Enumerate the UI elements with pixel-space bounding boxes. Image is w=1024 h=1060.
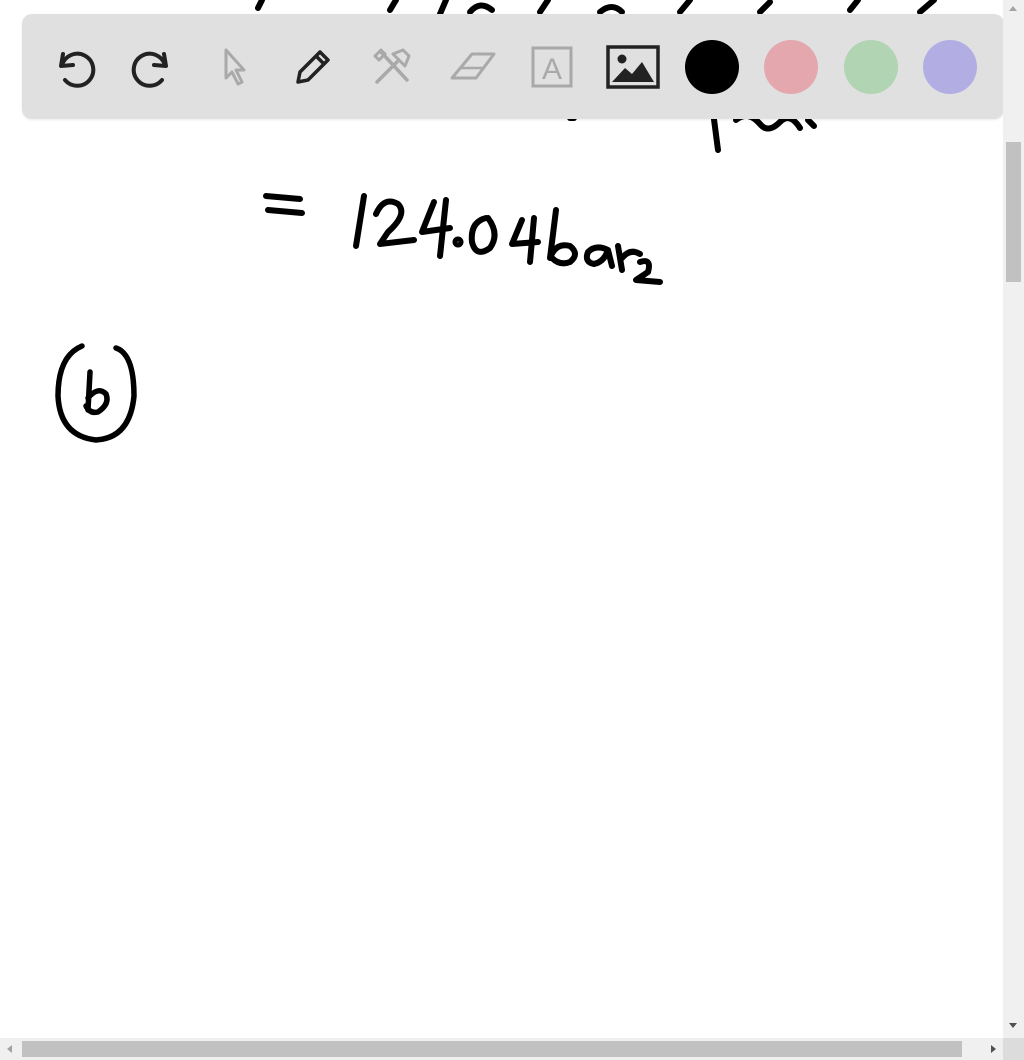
horizontal-scrollbar[interactable]	[0, 1038, 1003, 1060]
horizontal-scroll-thumb[interactable]	[22, 1041, 962, 1057]
undo-button[interactable]	[45, 40, 103, 94]
vertical-scroll-thumb[interactable]	[1006, 142, 1021, 282]
scroll-up-icon[interactable]	[1009, 6, 1017, 11]
eraser-button[interactable]	[443, 40, 501, 94]
color-swatch-green[interactable]	[844, 40, 898, 94]
eraser-icon	[450, 52, 496, 80]
toolbar: A	[22, 14, 1004, 119]
image-button[interactable]	[604, 40, 662, 94]
redo-button[interactable]	[124, 40, 182, 94]
scroll-left-icon[interactable]	[7, 1045, 12, 1053]
handwriting-ink	[55, 0, 937, 443]
text-tool-glyph: A	[542, 53, 562, 86]
tools-button[interactable]	[363, 40, 421, 94]
scrollbar-corner	[1003, 1038, 1024, 1060]
color-swatch-black[interactable]	[685, 40, 739, 94]
undo-icon	[59, 51, 96, 88]
image-icon	[606, 45, 660, 89]
scroll-down-icon[interactable]	[1009, 1023, 1017, 1028]
handwriting-part-b	[55, 343, 137, 443]
whiteboard-page: A	[0, 0, 1024, 1060]
select-button[interactable]	[204, 40, 262, 94]
pen-button[interactable]	[284, 40, 342, 94]
cursor-arrow-icon	[224, 48, 246, 86]
drawing-canvas[interactable]	[0, 0, 1003, 1038]
color-swatch-red[interactable]	[764, 40, 818, 94]
crossed-tools-icon	[373, 48, 411, 84]
scroll-right-icon[interactable]	[991, 1045, 996, 1053]
vertical-scrollbar[interactable]	[1003, 0, 1024, 1038]
handwriting-result-line	[263, 193, 663, 285]
color-swatch-purple[interactable]	[923, 40, 977, 94]
text-button[interactable]: A	[523, 40, 581, 94]
text-box-icon: A	[531, 46, 573, 88]
redo-icon	[131, 51, 168, 88]
pencil-icon	[296, 50, 330, 84]
